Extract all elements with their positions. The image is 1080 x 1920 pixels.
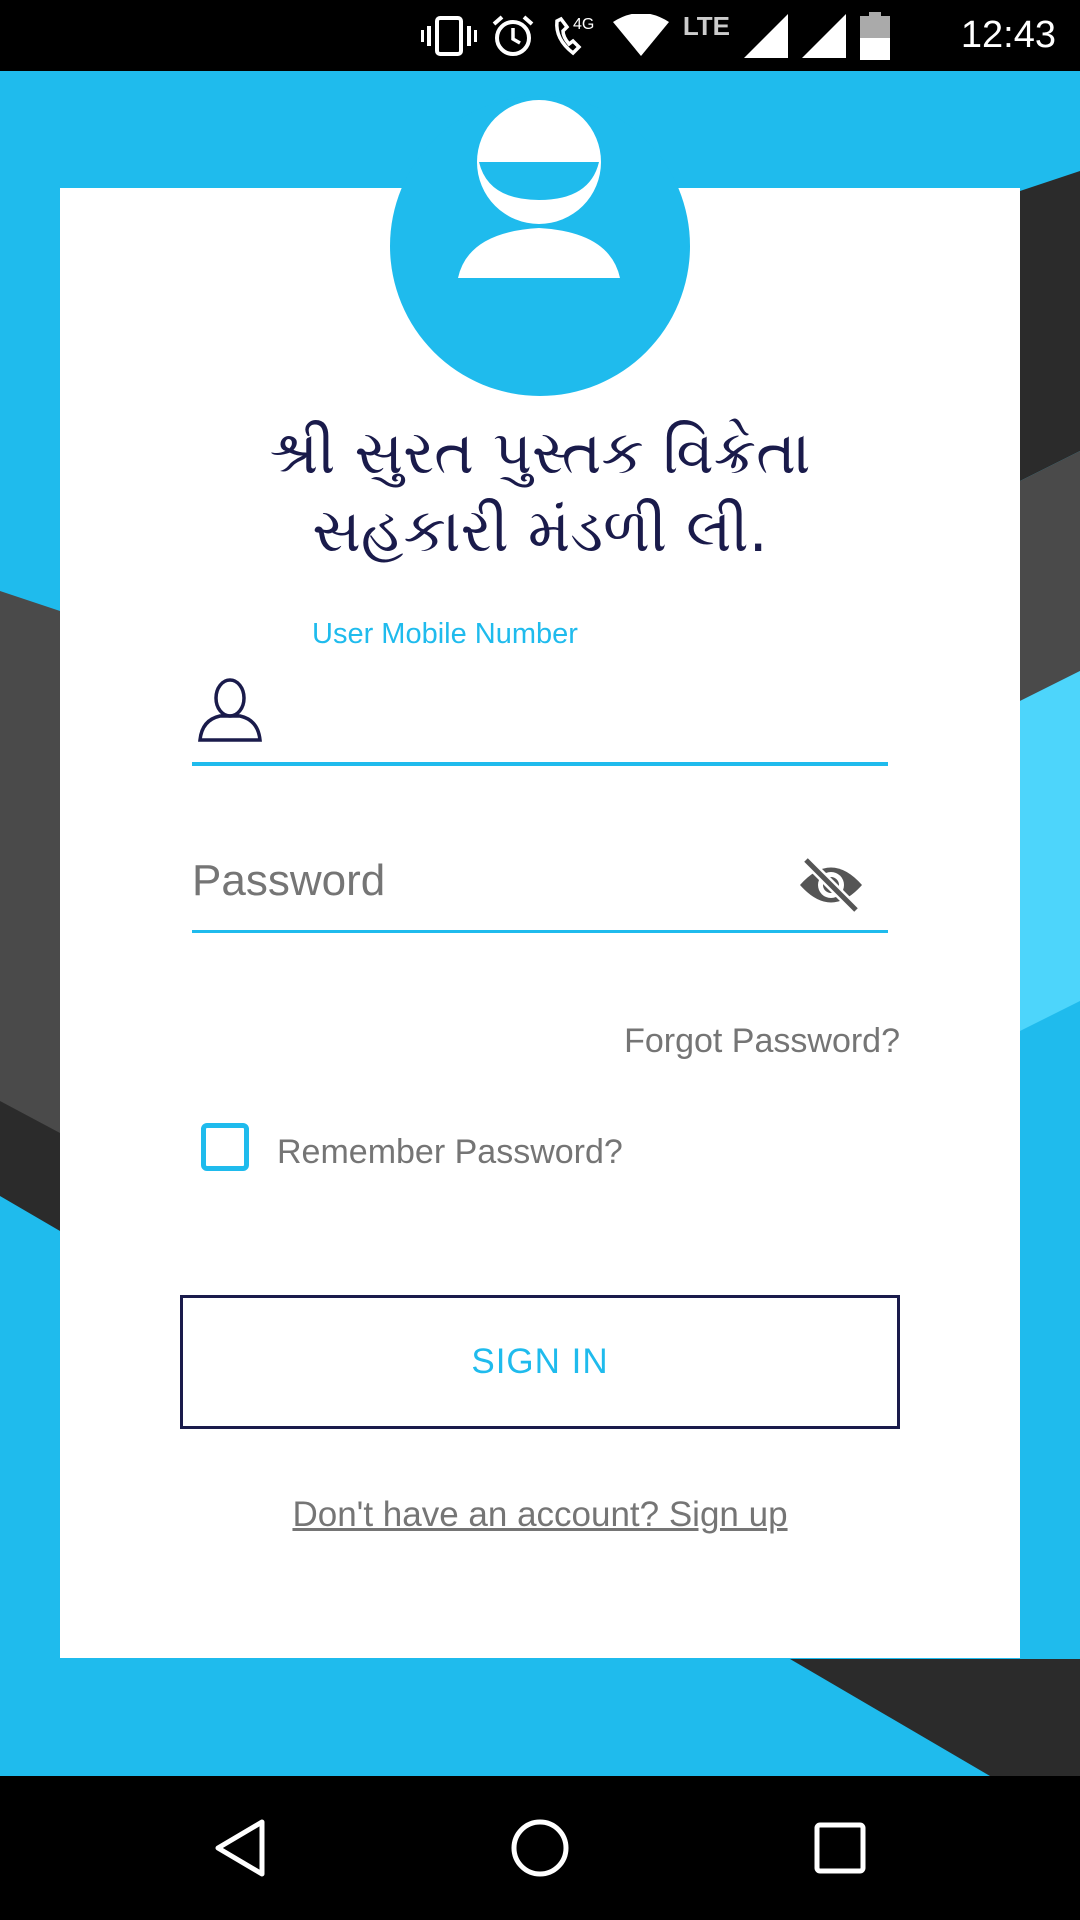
network-type: LTE — [682, 11, 730, 41]
forgot-password-link[interactable]: Forgot Password? — [624, 1022, 900, 1061]
sign-up-label[interactable]: Don't have an account? Sign up — [292, 1495, 787, 1534]
alarm-icon — [492, 14, 534, 56]
volte-call-icon: 4G — [554, 16, 594, 55]
recents-icon — [814, 1822, 866, 1874]
back-button[interactable] — [180, 1776, 300, 1920]
remember-password-label[interactable]: Remember Password? — [277, 1133, 623, 1172]
sign-in-button[interactable]: SIGN IN — [180, 1295, 900, 1429]
app-title: શ્રી સુરત પુસ્તક વિક્રેતા સહકારી મંડળી લ… — [0, 414, 1080, 570]
navigation-bar — [0, 1776, 1080, 1920]
status-clock: 12:43 — [960, 14, 1056, 56]
mobile-field-label: User Mobile Number — [312, 618, 578, 650]
mobile-number-input[interactable] — [192, 670, 888, 766]
password-placeholder: Password — [192, 856, 386, 905]
svg-text:4G: 4G — [573, 16, 594, 33]
signal-icon — [744, 13, 788, 58]
home-button[interactable] — [480, 1776, 600, 1920]
battery-icon — [860, 11, 890, 60]
wifi-icon — [612, 13, 669, 56]
user-avatar-icon — [458, 100, 620, 278]
remember-password-checkbox[interactable] — [201, 1123, 249, 1171]
title-line-1: શ્રી સુરત પુસ્તક વિક્રેતા — [269, 418, 811, 488]
user-icon — [198, 678, 262, 742]
sign-in-label: SIGN IN — [471, 1342, 609, 1381]
title-line-2: સહકારી મંડળી લી. — [312, 496, 768, 566]
visibility-off-icon[interactable] — [798, 856, 864, 914]
sign-up-link[interactable]: Don't have an account? Sign up — [0, 1495, 1080, 1535]
home-icon — [511, 1819, 569, 1877]
vibrate-icon — [420, 15, 477, 56]
avatar — [390, 96, 690, 396]
status-icons: 4G LTE — [420, 8, 890, 63]
signal-icon — [802, 13, 846, 58]
status-bar: 4G LTE 12:43 — [0, 0, 1080, 71]
back-icon — [215, 1819, 265, 1877]
password-input[interactable]: Password — [192, 840, 888, 933]
recents-button[interactable] — [780, 1776, 900, 1920]
